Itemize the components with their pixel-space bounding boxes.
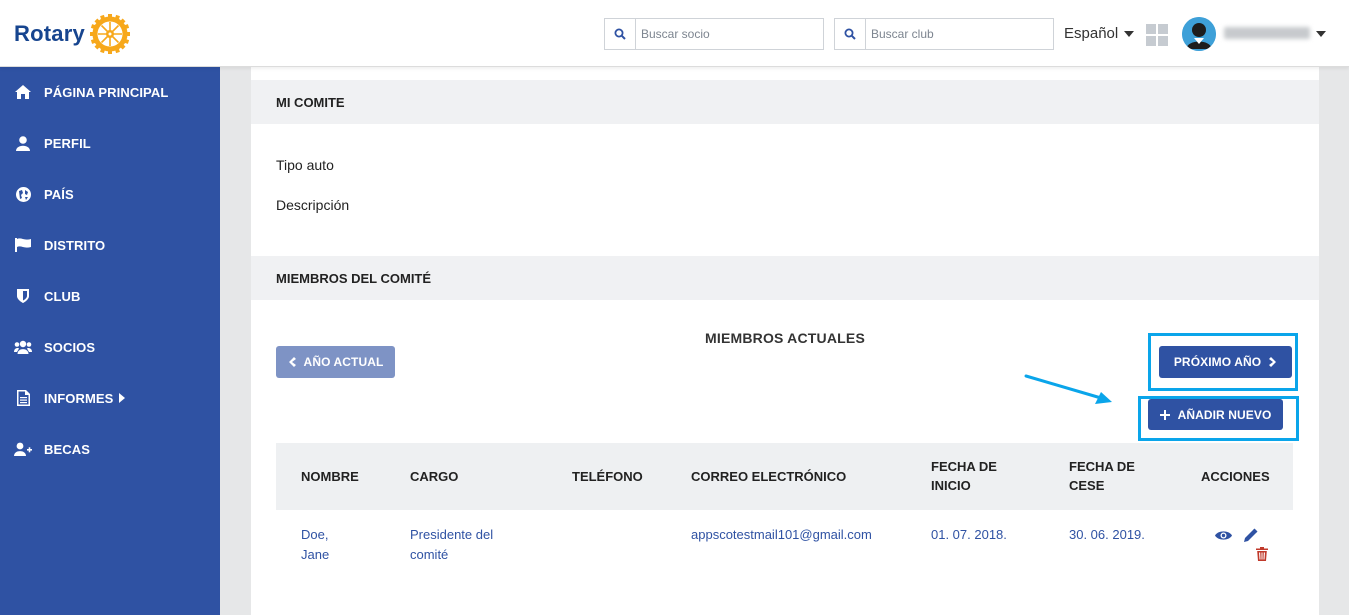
- sidebar-item-label: PERFIL: [44, 135, 91, 151]
- column-header-start-line2: INICIO: [931, 478, 971, 493]
- sidebar-item-country[interactable]: PAÍS: [0, 174, 220, 214]
- current-year-label: AÑO ACTUAL: [303, 355, 384, 369]
- view-eye-icon[interactable]: [1215, 530, 1232, 541]
- delete-trash-icon[interactable]: [1256, 547, 1268, 561]
- column-header-start-line1: FECHA DE: [931, 459, 997, 474]
- search-member: [604, 18, 824, 50]
- user-icon: [14, 134, 32, 152]
- member-role: Presidente del comité: [410, 527, 494, 562]
- chevron-down-icon: [1124, 30, 1135, 37]
- member-name[interactable]: Doe, Jane: [301, 525, 329, 565]
- sidebar-item-scholarships[interactable]: BECAS: [0, 429, 220, 469]
- annotation-arrow-icon: [1024, 374, 1112, 404]
- current-year-button[interactable]: AÑO ACTUAL: [276, 346, 395, 378]
- sidebar-item-label: SOCIOS: [44, 339, 96, 355]
- flag-icon: [14, 236, 32, 254]
- search-club: [834, 18, 1054, 50]
- avatar[interactable]: [1182, 17, 1216, 51]
- chevron-right-icon: [119, 393, 126, 403]
- sidebar-item-home[interactable]: PÁGINA PRINCIPAL: [0, 72, 220, 112]
- document-icon: [14, 389, 32, 407]
- column-header-actions: ACCIONES: [1201, 469, 1270, 484]
- search-icon: [835, 19, 866, 49]
- column-header-end-line1: FECHA DE: [1069, 459, 1135, 474]
- member-end-date: 30. 06. 2019.: [1069, 527, 1145, 542]
- sidebar-item-label: CLUB: [44, 288, 81, 304]
- users-icon: [14, 338, 32, 356]
- member-email[interactable]: appscotestmail101@gmail.com: [691, 525, 872, 545]
- home-icon: [14, 83, 32, 101]
- logo-text: Rotary: [14, 21, 85, 46]
- sidebar-item-members[interactable]: SOCIOS: [0, 327, 220, 367]
- sidebar-item-label: DISTRITO: [44, 237, 106, 253]
- top-header: Rotary Buscar socio Buscar club Español: [0, 0, 1349, 67]
- sidebar-item-reports[interactable]: INFORMES: [0, 378, 220, 418]
- committee-card: MI COMITE Tipo auto Descripción MIEMBROS…: [251, 67, 1319, 615]
- language-selector[interactable]: Español: [1064, 25, 1135, 42]
- rotary-logo[interactable]: Rotary: [14, 12, 131, 56]
- sidebar-item-label: PAÍS: [44, 186, 74, 202]
- sidebar-item-district[interactable]: DISTRITO: [0, 225, 220, 265]
- search-club-input[interactable]: [866, 20, 1046, 48]
- member-start-date: 01. 07. 2018.: [931, 527, 1007, 542]
- column-header-end-date[interactable]: FECHA DE CESE: [1069, 457, 1135, 495]
- column-header-name[interactable]: NOMBRE: [301, 467, 359, 486]
- search-icon: [605, 19, 636, 49]
- highlight-box-add-new: [1138, 396, 1299, 441]
- user-name-blurred[interactable]: [1224, 27, 1310, 39]
- user-menu-chevron-icon[interactable]: [1316, 31, 1326, 37]
- sidebar-item-club[interactable]: CLUB: [0, 276, 220, 316]
- column-header-end-line2: CESE: [1069, 478, 1105, 493]
- committee-type-label: Tipo auto: [276, 157, 334, 173]
- sidebar: PÁGINA PRINCIPAL PERFIL PAÍS DISTRITO CL…: [0, 67, 220, 615]
- sidebar-item-label: BECAS: [44, 441, 91, 457]
- members-section-header: MIEMBROS DEL COMITÉ: [251, 256, 1319, 300]
- language-label: Español: [1064, 25, 1119, 42]
- column-header-email[interactable]: CORREO ELECTRÓNICO: [691, 467, 846, 486]
- column-header-role[interactable]: CARGO: [410, 467, 458, 486]
- column-header-phone[interactable]: TELÉFONO: [572, 467, 643, 486]
- sidebar-item-label: PÁGINA PRINCIPAL: [44, 84, 169, 100]
- members-table-header: NOMBRE CARGO TELÉFONO CORREO ELECTRÓNICO…: [276, 443, 1293, 510]
- sidebar-item-label: INFORMES: [44, 390, 114, 406]
- shield-icon: [14, 287, 32, 305]
- column-header-start-date[interactable]: FECHA DE INICIO: [931, 457, 997, 495]
- committee-section-header: MI COMITE: [251, 80, 1319, 124]
- user-plus-icon: [14, 440, 32, 458]
- committee-description-label: Descripción: [276, 197, 350, 213]
- chevron-left-icon: [288, 357, 296, 367]
- sidebar-item-profile[interactable]: PERFIL: [0, 123, 220, 163]
- search-member-input[interactable]: [636, 20, 816, 48]
- edit-pencil-icon[interactable]: [1244, 528, 1258, 542]
- rotary-wheel-icon: [89, 14, 130, 54]
- highlight-box-next-year: [1148, 333, 1298, 391]
- apps-grid-icon[interactable]: [1146, 24, 1168, 46]
- globe-icon: [14, 185, 32, 203]
